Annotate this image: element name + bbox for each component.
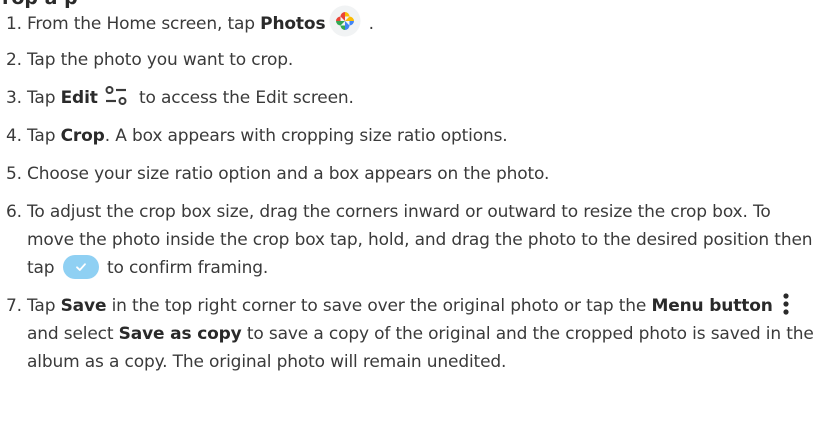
step-text: Choose your size ratio option and a box … bbox=[27, 164, 550, 184]
google-photos-icon bbox=[329, 5, 361, 37]
step-6: 6. To adjust the crop box size, drag the… bbox=[6, 198, 818, 282]
crop-label: Crop bbox=[60, 126, 105, 146]
step-number: 5. bbox=[6, 164, 22, 184]
step-7: 7. Tap Save in the top right corner to s… bbox=[6, 292, 818, 376]
step-number: 1. bbox=[6, 14, 22, 34]
edit-label: Edit bbox=[60, 88, 98, 108]
step-text: Tap the photo you want to crop. bbox=[27, 50, 294, 70]
step-5: 5. Choose your size ratio option and a b… bbox=[6, 160, 818, 188]
section-heading: rop a p bbox=[2, 0, 78, 9]
vertical-dots-menu-icon bbox=[783, 293, 789, 315]
save-as-copy-label: Save as copy bbox=[118, 324, 242, 344]
step-number: 3. bbox=[6, 88, 22, 108]
step-text: Tap Save in the top right corner to save… bbox=[27, 292, 818, 376]
step-number: 4. bbox=[6, 126, 22, 146]
step-2: 2. Tap the photo you want to crop. bbox=[6, 46, 818, 74]
step-number: 6. bbox=[6, 202, 22, 222]
confirm-button bbox=[62, 254, 99, 279]
step-4: 4. Tap Crop. A box appears with cropping… bbox=[6, 122, 818, 150]
step-text: Tap Crop. A box appears with cropping si… bbox=[27, 126, 508, 146]
save-label: Save bbox=[60, 296, 107, 316]
step-3: 3. Tap Edit to access the Edit screen. bbox=[6, 84, 818, 112]
step-number: 7. bbox=[6, 296, 22, 316]
instruction-steps: 1. From the Home screen, tap Photos . 2.… bbox=[6, 5, 818, 376]
photos-label: Photos bbox=[260, 14, 326, 34]
step-1: 1. From the Home screen, tap Photos . bbox=[6, 5, 818, 38]
step-text: Tap Edit to access the Edit screen. bbox=[27, 84, 818, 112]
step-text: From the Home screen, tap Photos . bbox=[27, 5, 818, 38]
menu-button-label: Menu button bbox=[651, 296, 773, 316]
edit-sliders-icon bbox=[105, 86, 127, 105]
checkmark-icon bbox=[75, 262, 86, 271]
step-number: 2. bbox=[6, 50, 22, 70]
step-text: To adjust the crop box size, drag the co… bbox=[27, 202, 813, 279]
